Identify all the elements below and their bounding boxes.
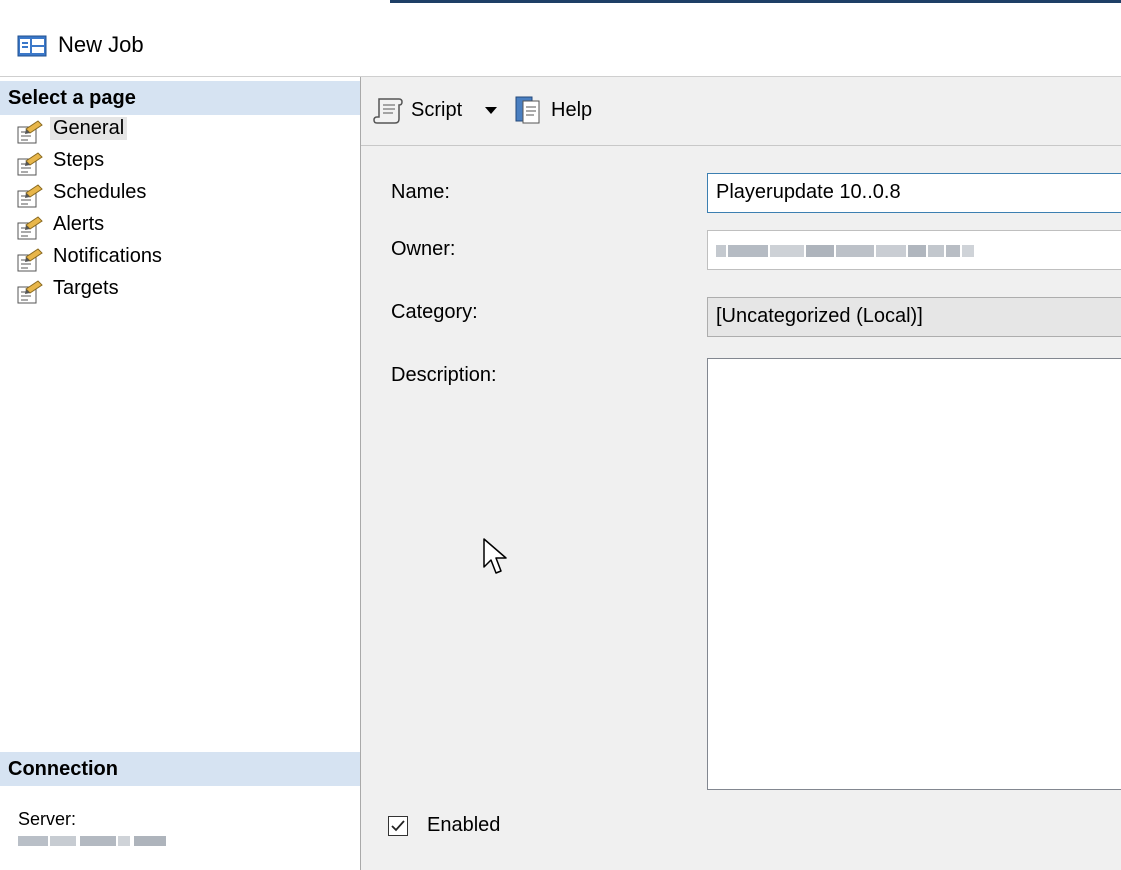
connection-heading: Connection	[8, 758, 118, 780]
redacted-server-name	[18, 836, 166, 846]
script-dropdown-arrow[interactable]	[485, 107, 497, 114]
server-label: Server:	[18, 809, 77, 829]
sidebar-item-label: Schedules	[53, 181, 147, 203]
select-page-header: Select a page	[0, 81, 360, 115]
sidebar-item-general[interactable]: General	[0, 115, 360, 147]
sidebar-item-steps[interactable]: Steps	[0, 147, 360, 179]
description-label: Description:	[391, 364, 497, 386]
help-button[interactable]: Help	[513, 93, 592, 127]
select-page-heading: Select a page	[8, 87, 136, 109]
job-icon	[17, 35, 47, 57]
sidebar-item-notifications[interactable]: Notifications	[0, 243, 360, 275]
sidebar-item-alerts[interactable]: Alerts	[0, 211, 360, 243]
script-label: Script	[411, 98, 463, 121]
window-top-border	[390, 0, 1121, 3]
connection-header: Connection	[0, 752, 360, 786]
enabled-checkbox[interactable]	[388, 816, 408, 836]
description-textarea[interactable]	[707, 358, 1121, 790]
category-select[interactable]: [Uncategorized (Local)]	[707, 297, 1121, 337]
category-label: Category:	[391, 301, 478, 323]
toolbar: Script Help	[361, 77, 1121, 146]
help-label: Help	[551, 98, 593, 121]
redacted-owner	[716, 245, 974, 257]
script-icon	[373, 98, 403, 124]
page-icon	[17, 120, 43, 144]
mouse-cursor-icon	[483, 538, 507, 574]
sidebar-item-schedules[interactable]: Schedules	[0, 179, 360, 211]
page-icon	[17, 216, 43, 240]
page-list: General Steps Schedules Alerts Notificat…	[0, 115, 360, 307]
sidebar-item-label: General	[50, 117, 128, 140]
name-field-box	[707, 173, 1121, 213]
help-icon	[515, 96, 540, 124]
enabled-label: Enabled	[427, 814, 501, 836]
page-icon	[17, 152, 43, 176]
page-icon	[17, 280, 43, 304]
title-bar: New Job	[0, 14, 1121, 77]
sidebar-item-label: Targets	[53, 277, 119, 299]
sidebar-item-label: Notifications	[53, 245, 162, 267]
owner-field[interactable]	[707, 230, 1121, 270]
owner-label: Owner:	[391, 238, 456, 260]
page-icon	[17, 248, 43, 272]
sidebar-item-label: Steps	[53, 149, 105, 171]
sidebar-item-label: Alerts	[53, 213, 105, 235]
page-icon	[17, 184, 43, 208]
checkmark-icon	[391, 820, 405, 832]
window-title: New Job	[58, 32, 144, 57]
name-label: Name:	[391, 181, 450, 203]
script-button[interactable]: Script	[373, 93, 462, 127]
category-value: [Uncategorized (Local)]	[716, 305, 923, 327]
name-input[interactable]	[708, 174, 1121, 210]
sidebar-item-targets[interactable]: Targets	[0, 275, 360, 307]
